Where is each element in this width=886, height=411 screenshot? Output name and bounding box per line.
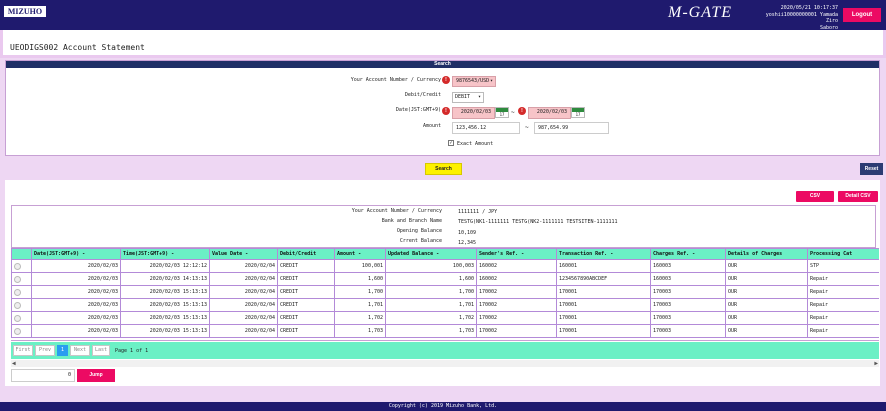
search-button[interactable]: Search: [425, 163, 462, 175]
scroll-left-icon[interactable]: ◀: [12, 360, 16, 367]
summary-opening-label: Opening Balance: [396, 228, 442, 234]
debit-credit-value: DEBIT: [455, 94, 471, 100]
brand-title: M-GATE: [668, 4, 733, 21]
table-row[interactable]: 2020/02/03 2020/02/03 15:13:13 2020/02/04 …: [11, 311, 879, 325]
account-select-value: 9876543/USD: [456, 78, 490, 84]
logout-button[interactable]: Logout: [843, 8, 881, 22]
pager-next-button[interactable]: Next: [70, 345, 90, 356]
col-select: [11, 248, 32, 260]
scroll-right-icon[interactable]: ▶: [874, 360, 878, 367]
user-info: 2020/05/21 10:17:37 yoshii10000000001 Ya…: [760, 5, 838, 31]
row-select-radio[interactable]: [11, 311, 32, 325]
pager-bar: First Prev 1 Next Last Page 1 of 1: [11, 342, 879, 359]
sort-icon: -: [358, 251, 362, 257]
table-row[interactable]: 2020/02/03 2020/02/03 15:13:13 2020/02/04 …: [11, 298, 879, 312]
jump-button[interactable]: Jump: [77, 369, 115, 382]
row-select-radio[interactable]: [11, 259, 32, 273]
amount-range-separator: ~: [525, 124, 529, 131]
sort-icon: -: [610, 251, 614, 257]
sort-icon: -: [692, 251, 696, 257]
debit-credit-label: Debit/Credit: [404, 92, 441, 98]
pager-prev-button[interactable]: Prev: [35, 345, 55, 356]
user-name: yoshii10000000001 Yamada Ziro: [765, 11, 838, 25]
reset-button[interactable]: Reset: [860, 163, 883, 175]
col-amount[interactable]: Amount -: [334, 248, 386, 260]
calendar-to-icon[interactable]: 17: [571, 107, 585, 118]
col-debit-credit: Debit/Credit: [277, 248, 335, 260]
pager-current-page[interactable]: 1: [57, 345, 68, 356]
pager-last-button[interactable]: Last: [92, 345, 110, 356]
summary-bank-value: TESTG(NK1-1111111 TESTG(NK2-1111111 TEST…: [458, 219, 618, 225]
amount-from-input[interactable]: 123,456.12: [452, 122, 520, 134]
date-label: Date(JST:GMT+9): [395, 107, 441, 113]
search-panel: Search Your Account Number / Currency ! …: [5, 60, 880, 156]
page-info: Page 1 of 1: [115, 348, 149, 354]
csv-button[interactable]: CSV: [796, 191, 834, 202]
date-to-input[interactable]: 2020/02/03: [528, 107, 571, 119]
row-select-radio[interactable]: [11, 272, 32, 286]
col-charges-ref[interactable]: Charges Ref. -: [650, 248, 726, 260]
sort-icon: -: [436, 251, 440, 257]
required-icon: !: [442, 107, 450, 115]
mizuho-logo[interactable]: MIZUHO: [4, 6, 46, 17]
calendar-from-icon[interactable]: 17: [495, 107, 509, 118]
date-from-input[interactable]: 2020/02/03: [452, 107, 495, 119]
account-select[interactable]: 9876543/USD ▾: [452, 76, 496, 87]
sort-icon: -: [521, 251, 525, 257]
col-value-date[interactable]: Value Date -: [209, 248, 278, 260]
col-senders-ref[interactable]: Sender's Ref. -: [476, 248, 557, 260]
search-heading: Search: [6, 61, 879, 68]
title-bar: UEODIGS002 Account Statement: [0, 30, 886, 58]
chevron-down-icon: ▾: [477, 94, 481, 100]
top-bar: MIZUHO M-GATE 2020/05/21 10:17:37 yoshii…: [0, 0, 886, 31]
row-select-radio[interactable]: [11, 298, 32, 312]
required-icon: !: [442, 76, 450, 84]
table-row[interactable]: 2020/02/03 2020/02/03 15:13:13 2020/02/04 …: [11, 324, 879, 338]
amount-label: Amount: [422, 123, 441, 129]
summary-current-value: 12,345: [458, 240, 477, 246]
row-select-radio[interactable]: [11, 324, 32, 338]
footer-copyright: Copyright (c) 2019 Mizuho Bank, Ltd.: [0, 402, 886, 411]
col-time[interactable]: Time(JST:GMT+9) -: [120, 248, 210, 260]
table-header-row: Date(JST:GMT+9) - Time(JST:GMT+9) - Valu…: [11, 248, 879, 260]
summary-account-label: Your Account Number / Currency: [351, 208, 442, 214]
statement-table-wrap: Date(JST:GMT+9) - Time(JST:GMT+9) - Valu…: [11, 248, 879, 341]
summary-account-value: 1111111 / JPY: [458, 209, 498, 215]
account-label: Your Account Number / Currency: [350, 77, 441, 83]
horizontal-scrollbar[interactable]: ◀ ▶: [11, 360, 879, 367]
page-title: UEODIGS002 Account Statement: [10, 43, 145, 52]
col-transaction-ref[interactable]: Transaction Ref. -: [556, 248, 651, 260]
sort-icon: -: [171, 251, 175, 257]
jump-page-input[interactable]: 0: [11, 369, 75, 382]
account-summary: Your Account Number / Currency 1111111 /…: [11, 205, 876, 248]
row-select-radio[interactable]: [11, 285, 32, 299]
exact-amount-checkbox[interactable]: ✓: [448, 140, 454, 146]
chevron-down-icon: ▾: [489, 78, 493, 84]
exact-amount-label: Exact Amount: [457, 141, 494, 147]
sort-icon: -: [245, 251, 249, 257]
table-row[interactable]: 2020/02/03 2020/02/03 12:12:12 2020/02/04 …: [11, 259, 879, 273]
amount-to-input[interactable]: 987,654.99: [534, 122, 609, 134]
col-processing-cat: Processing Cat: [807, 248, 879, 260]
col-details-of-charges: Details of Charges: [725, 248, 808, 260]
date-range-separator: ~: [511, 109, 515, 116]
summary-bank-label: Bank and Branch Name: [381, 218, 442, 224]
summary-opening-value: 10,109: [458, 230, 477, 236]
summary-current-label: Crrent Balance: [399, 238, 442, 244]
table-row[interactable]: 2020/02/03 2020/02/03 15:13:13 2020/02/04 …: [11, 285, 879, 299]
required-icon: !: [518, 107, 526, 115]
col-updated-balance[interactable]: Updated Balance -: [385, 248, 477, 260]
detail-csv-button[interactable]: Detail CSV: [838, 191, 878, 202]
debit-credit-select[interactable]: DEBIT ▾: [452, 92, 484, 103]
statement-table: Date(JST:GMT+9) - Time(JST:GMT+9) - Valu…: [11, 248, 879, 338]
pager-first-button[interactable]: First: [13, 345, 33, 356]
table-row[interactable]: 2020/02/03 2020/02/03 14:13:13 2020/02/04 …: [11, 272, 879, 286]
col-date[interactable]: Date(JST:GMT+9) -: [31, 248, 121, 260]
sort-icon: -: [82, 251, 86, 257]
